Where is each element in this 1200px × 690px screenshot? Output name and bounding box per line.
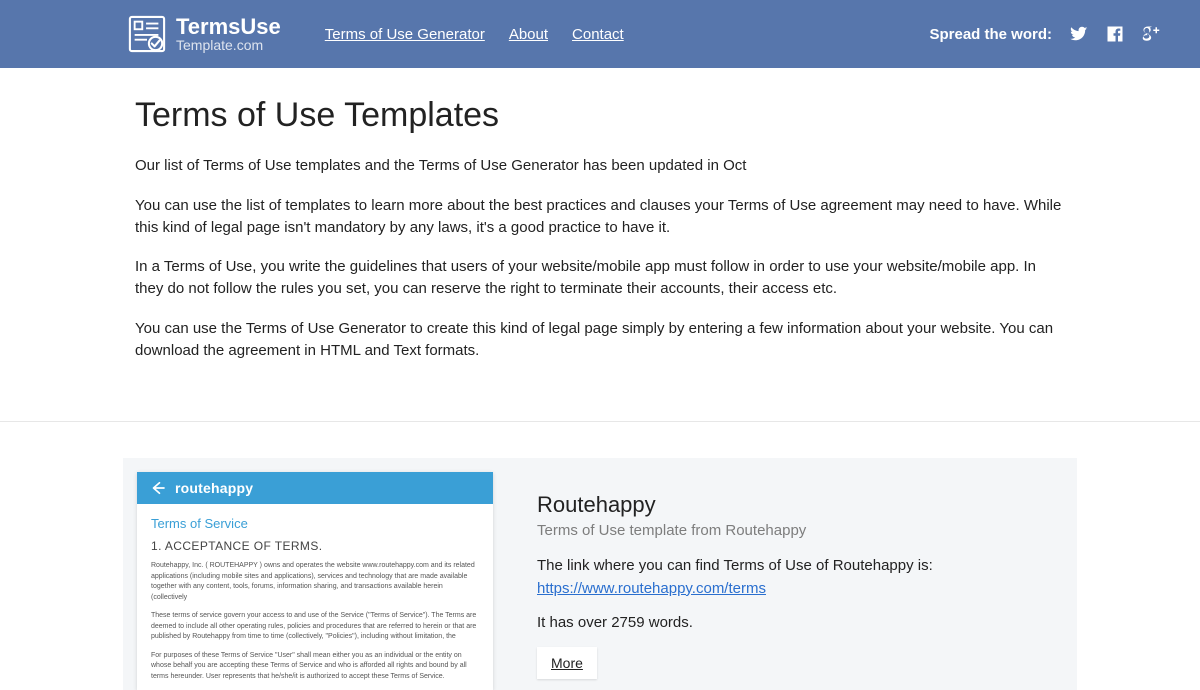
intro-paragraph-2: You can use the list of templates to lea…	[135, 195, 1065, 239]
thumbnail-section-heading: 1. ACCEPTANCE OF TERMS.	[151, 539, 479, 553]
template-source-link[interactable]: https://www.routehappy.com/terms	[537, 580, 766, 597]
intro-paragraph-3: In a Terms of Use, you write the guideli…	[135, 256, 1065, 300]
template-thumbnail[interactable]: routehappy Terms of Service 1. ACCEPTANC…	[137, 472, 493, 690]
top-nav: Terms of Use Generator About Contact	[325, 26, 624, 43]
page-title: Terms of Use Templates	[135, 96, 1065, 135]
intro-paragraph-1: Our list of Terms of Use templates and t…	[135, 155, 1065, 177]
template-word-count: It has over 2759 words.	[537, 612, 1053, 635]
main-content: Terms of Use Templates Our list of Terms…	[123, 68, 1077, 409]
brand-text: TermsUse Template.com	[176, 15, 281, 53]
thumbnail-brand-bar: routehappy	[137, 472, 493, 504]
nav-about[interactable]: About	[509, 26, 548, 43]
template-thumbnail-column: routehappy Terms of Service 1. ACCEPTANC…	[123, 458, 493, 690]
intro-paragraph-4: You can use the Terms of Use Generator t…	[135, 318, 1065, 362]
logo-icon	[128, 15, 166, 53]
site-header: TermsUse Template.com Terms of Use Gener…	[0, 0, 1200, 68]
thumbnail-micro-3: For purposes of these Terms of Service "…	[151, 651, 479, 683]
share-group: Spread the word:	[929, 25, 1160, 43]
twitter-icon[interactable]	[1070, 25, 1088, 43]
brand-name-bottom: Template.com	[176, 38, 281, 53]
thumbnail-micro-2: These terms of service govern your acces…	[151, 611, 479, 643]
more-button[interactable]: More	[537, 647, 597, 679]
brand[interactable]: TermsUse Template.com	[128, 15, 281, 53]
template-name: Routehappy	[537, 492, 1053, 518]
facebook-icon[interactable]	[1106, 25, 1124, 43]
template-subtitle: Terms of Use template from Routehappy	[537, 522, 1053, 539]
pointer-icon	[149, 479, 167, 497]
section-divider	[0, 421, 1200, 422]
googleplus-icon[interactable]	[1142, 25, 1160, 43]
thumbnail-title: Terms of Service	[151, 516, 479, 531]
thumbnail-brand-label: routehappy	[175, 480, 253, 496]
template-card: routehappy Terms of Service 1. ACCEPTANC…	[123, 458, 1077, 690]
share-label: Spread the word:	[929, 26, 1052, 43]
nav-contact[interactable]: Contact	[572, 26, 624, 43]
template-link-intro: The link where you can find Terms of Use…	[537, 557, 933, 574]
template-link-line: The link where you can find Terms of Use…	[537, 555, 1053, 600]
thumbnail-micro-1: Routehappy, Inc. ( ROUTEHAPPY ) owns and…	[151, 561, 479, 603]
brand-name-top: TermsUse	[176, 15, 281, 38]
template-detail-column: Routehappy Terms of Use template from Ro…	[537, 458, 1077, 690]
nav-generator[interactable]: Terms of Use Generator	[325, 26, 485, 43]
thumbnail-body: Terms of Service 1. ACCEPTANCE OF TERMS.…	[137, 504, 493, 690]
